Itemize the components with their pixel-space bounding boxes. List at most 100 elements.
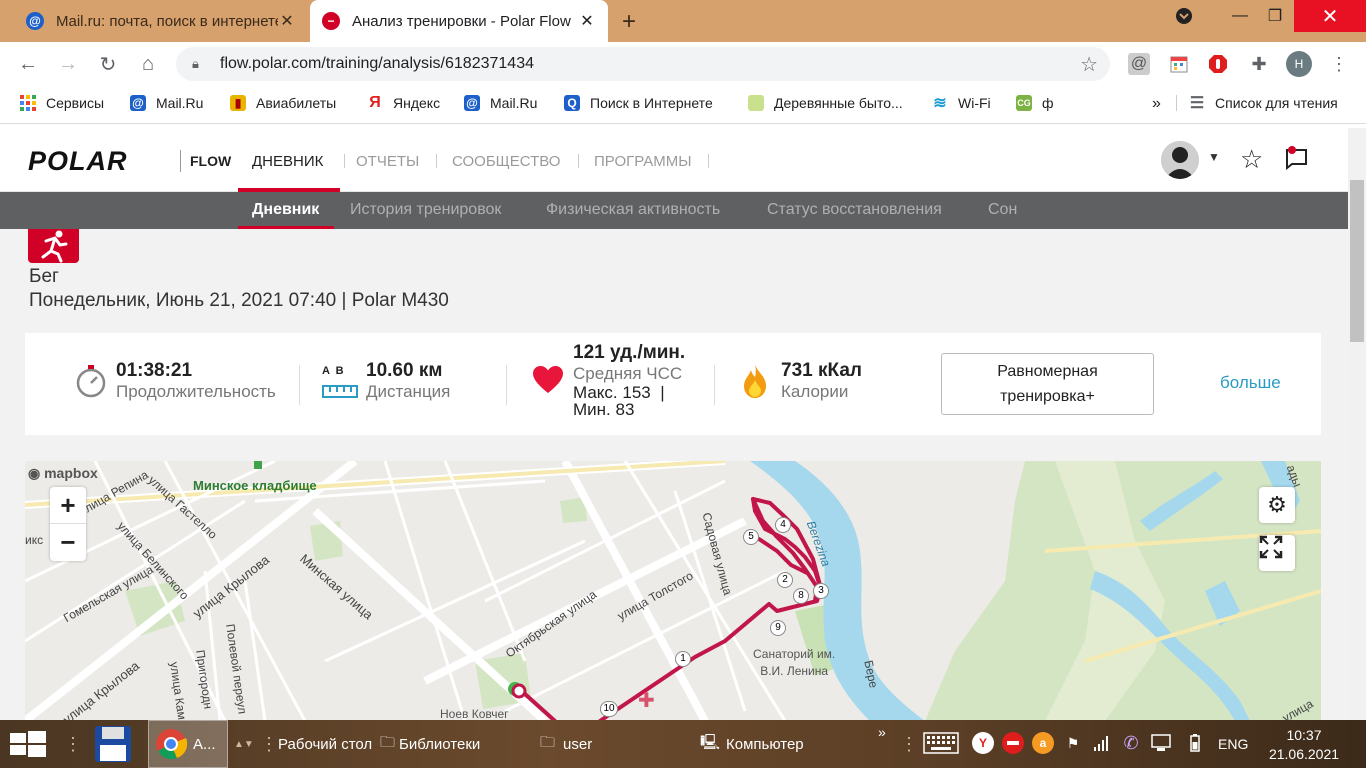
mailru-icon: @ xyxy=(130,95,146,111)
cg-icon: CG xyxy=(1016,95,1032,111)
km-marker[interactable]: 3 xyxy=(813,583,829,599)
bookmark-star-icon[interactable]: ☆ xyxy=(1080,52,1098,77)
back-icon[interactable]: ← xyxy=(14,50,42,78)
viber-icon[interactable]: ✆ xyxy=(1120,732,1142,754)
bookmark-mailru-1[interactable]: @ Mail.Ru xyxy=(130,95,203,111)
nav-diary[interactable]: ДНЕВНИК xyxy=(252,153,323,170)
computer-icon: 🖳 xyxy=(700,733,721,751)
start-button[interactable] xyxy=(10,720,46,768)
route-map[interactable]: ✚ ◉ mapbox Минское кладбище Минская улиц… xyxy=(25,461,1321,720)
toolbar-user[interactable]: 🗀 user xyxy=(540,720,592,768)
more-bookmarks-icon[interactable]: » xyxy=(1152,95,1161,113)
km-marker[interactable]: 10 xyxy=(600,701,618,717)
subnav-activity[interactable]: Физическая активность xyxy=(546,201,720,219)
toolbar-overflow-icon[interactable]: » xyxy=(878,708,886,756)
signal-icon[interactable] xyxy=(1090,732,1112,754)
ruler-icon xyxy=(322,383,358,404)
forward-icon[interactable]: → xyxy=(54,50,82,78)
subnav-training-history[interactable]: История тренировок xyxy=(350,201,501,219)
zoom-in-icon[interactable]: + xyxy=(50,487,86,524)
sanatorium-label-line2: В.И. Ленина xyxy=(760,664,829,678)
bookmark-search[interactable]: Q Поиск в Интернете xyxy=(564,95,713,111)
nav-community[interactable]: СООБЩЕСТВО xyxy=(452,153,560,170)
minimize-icon[interactable]: — xyxy=(1220,0,1260,32)
reading-list[interactable]: ☰ Список для чтения xyxy=(1176,95,1338,112)
heart-rate-label: Средняя ЧСС xyxy=(573,364,683,383)
system-clock[interactable]: 10:37 21.06.2021 xyxy=(1262,726,1346,764)
calories-value: 731 кКал xyxy=(781,360,862,381)
notifications-icon[interactable] xyxy=(1284,146,1310,171)
nav-reports[interactable]: ОТЧЕТЫ xyxy=(356,153,419,170)
tab-mailru[interactable]: @ Mail.ru: почта, поиск в интернете ✕ xyxy=(14,0,308,42)
profile-avatar[interactable]: H xyxy=(1286,51,1312,77)
heart-rate-min: Мин. 83 xyxy=(573,400,635,419)
km-marker[interactable]: 5 xyxy=(743,529,759,545)
keyboard-icon[interactable] xyxy=(922,732,960,754)
window-close-icon[interactable]: ✕ xyxy=(1294,0,1366,32)
more-link[interactable]: больше xyxy=(1220,373,1281,393)
locate-gear-icon[interactable]: ⚙ xyxy=(1259,487,1295,523)
subnav-sleep[interactable]: Сон xyxy=(988,201,1017,219)
tab-title: Анализ тренировки - Polar Flow xyxy=(352,12,571,30)
adblock-tray-icon[interactable] xyxy=(1002,732,1024,754)
monitor-icon[interactable] xyxy=(1150,732,1172,754)
favorites-star-icon[interactable]: ☆ xyxy=(1240,144,1263,175)
bookmark-wifi[interactable]: ≋ Wi-Fi xyxy=(932,95,990,112)
url-text[interactable]: flow.polar.com/training/analysis/6182371… xyxy=(220,55,1080,73)
avast-tray-icon[interactable]: a xyxy=(1032,732,1054,754)
training-benefit-label: Равномерная тренировка+ xyxy=(997,363,1098,405)
yandex-tray-icon[interactable]: Y xyxy=(972,732,994,754)
metric-divider xyxy=(506,365,507,405)
bookmark-yandex[interactable]: Я Яндекс xyxy=(367,94,440,111)
km-marker[interactable]: 1 xyxy=(675,651,691,667)
toolbar-libraries[interactable]: 🗀 Библиотеки xyxy=(380,720,480,768)
km-marker[interactable]: 2 xyxy=(777,572,793,588)
battery-icon[interactable] xyxy=(1184,732,1206,754)
session-info: Понедельник, Июнь 21, 2021 07:40 | Polar… xyxy=(29,290,449,311)
bookmark-f[interactable]: CG ф xyxy=(1016,95,1054,111)
tab-polar-flow[interactable]: − Анализ тренировки - Polar Flow ✕ xyxy=(310,0,608,42)
zoom-out-icon[interactable]: − xyxy=(50,524,86,561)
user-avatar[interactable] xyxy=(1161,141,1199,179)
reload-icon[interactable]: ↻ xyxy=(94,50,122,78)
maximize-icon[interactable]: ❐ xyxy=(1255,0,1295,32)
bookmark-label: ф xyxy=(1042,95,1054,111)
mail-extension-icon[interactable]: @ xyxy=(1128,53,1150,75)
extensions-puzzle-icon[interactable]: ✚ xyxy=(1248,53,1270,75)
new-tab-icon[interactable]: + xyxy=(622,8,636,36)
tab-search-icon[interactable] xyxy=(1170,0,1198,32)
bookmark-wooden[interactable]: Деревянные быто... xyxy=(748,95,903,111)
floppy-app-icon[interactable] xyxy=(94,720,132,768)
mapbox-logo: ◉ mapbox xyxy=(28,465,98,482)
taskbar-chrome[interactable]: A... xyxy=(148,720,228,768)
close-icon[interactable]: ✕ xyxy=(578,11,596,31)
map-label-iks: икс xyxy=(25,533,44,547)
close-icon[interactable]: ✕ xyxy=(278,11,296,31)
flag-icon[interactable]: ⚑ xyxy=(1062,732,1084,754)
km-marker[interactable]: 9 xyxy=(770,620,786,636)
calendar-extension-icon[interactable] xyxy=(1168,53,1190,75)
clock-time: 10:37 xyxy=(1286,727,1322,743)
chevron-down-icon[interactable]: ▼ xyxy=(1208,150,1220,164)
bookmark-label: Авиабилеты xyxy=(256,95,337,111)
adblock-extension-icon[interactable] xyxy=(1207,53,1229,75)
menu-dots-icon[interactable]: ⋮ xyxy=(1328,53,1350,75)
polar-logo[interactable]: POLAR xyxy=(28,146,128,177)
scrollbar-thumb[interactable] xyxy=(1350,180,1364,342)
bookmark-avia[interactable]: ▮ Авиабилеты xyxy=(230,95,336,111)
toolbar-computer[interactable]: 🖳 Компьютер xyxy=(700,720,804,768)
subnav-recovery[interactable]: Статус восстановления xyxy=(767,201,942,219)
language-indicator[interactable]: ENG xyxy=(1218,720,1248,768)
address-bar[interactable]: 🔒︎ flow.polar.com/training/analysis/6182… xyxy=(176,47,1110,81)
training-benefit-button[interactable]: Равномерная тренировка+ xyxy=(941,353,1154,415)
toolbar-desktop[interactable]: Рабочий стол xyxy=(278,720,372,768)
nav-programs[interactable]: ПРОГРАММЫ xyxy=(594,153,692,170)
km-marker[interactable]: 4 xyxy=(775,517,791,533)
subnav-diary[interactable]: Дневник xyxy=(252,201,319,219)
bookmark-mailru-2[interactable]: @ Mail.Ru xyxy=(464,95,537,111)
home-icon[interactable]: ⌂ xyxy=(134,50,162,78)
fullscreen-icon[interactable] xyxy=(1259,535,1295,571)
bookmark-services[interactable]: Сервисы xyxy=(20,95,104,111)
taskbar-scroll-icon[interactable]: ▲▼ xyxy=(234,720,254,768)
km-marker[interactable]: 8 xyxy=(793,588,809,604)
